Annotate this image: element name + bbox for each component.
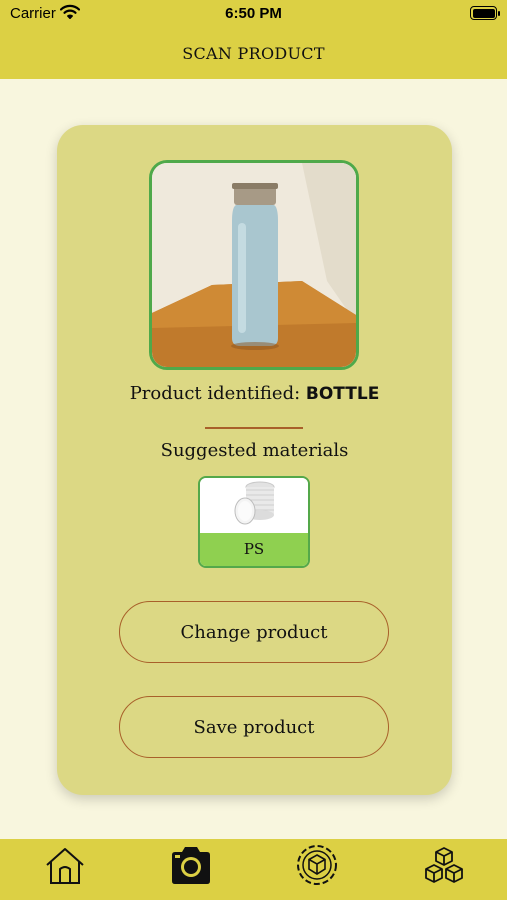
tab-home[interactable]	[43, 843, 87, 887]
change-product-button[interactable]: Change product	[119, 601, 389, 663]
identified-product-name: BOTTLE	[305, 384, 380, 404]
tab-recycle[interactable]	[295, 843, 339, 887]
material-card-ps[interactable]: PS	[198, 476, 310, 568]
plastic-discs-icon	[200, 478, 308, 531]
divider	[205, 427, 303, 429]
tab-materials[interactable]	[421, 843, 465, 887]
suggested-materials-heading: Suggested materials	[160, 440, 349, 461]
scan-result-card: Product identified: BOTTLE Suggested mat…	[57, 125, 452, 795]
recycle-cube-icon	[297, 845, 337, 885]
home-icon	[46, 848, 84, 884]
tab-bar	[0, 839, 507, 900]
product-photo	[149, 160, 359, 370]
tab-scan[interactable]	[168, 843, 212, 887]
material-label: PS	[200, 533, 308, 566]
page-title: SCAN PRODUCT	[182, 44, 325, 63]
clock: 6:50 PM	[225, 5, 282, 22]
identified-text: Product identified: BOTTLE	[57, 383, 452, 404]
camera-icon	[172, 847, 210, 884]
identified-prefix: Product identified:	[129, 383, 306, 404]
save-product-button[interactable]: Save product	[119, 696, 389, 758]
status-bar: Carrier 6:50 PM	[0, 0, 507, 28]
top-bar: Carrier 6:50 PM SCAN PRODUCT	[0, 0, 507, 79]
battery-icon	[470, 6, 500, 20]
boxes-icon	[425, 847, 463, 883]
